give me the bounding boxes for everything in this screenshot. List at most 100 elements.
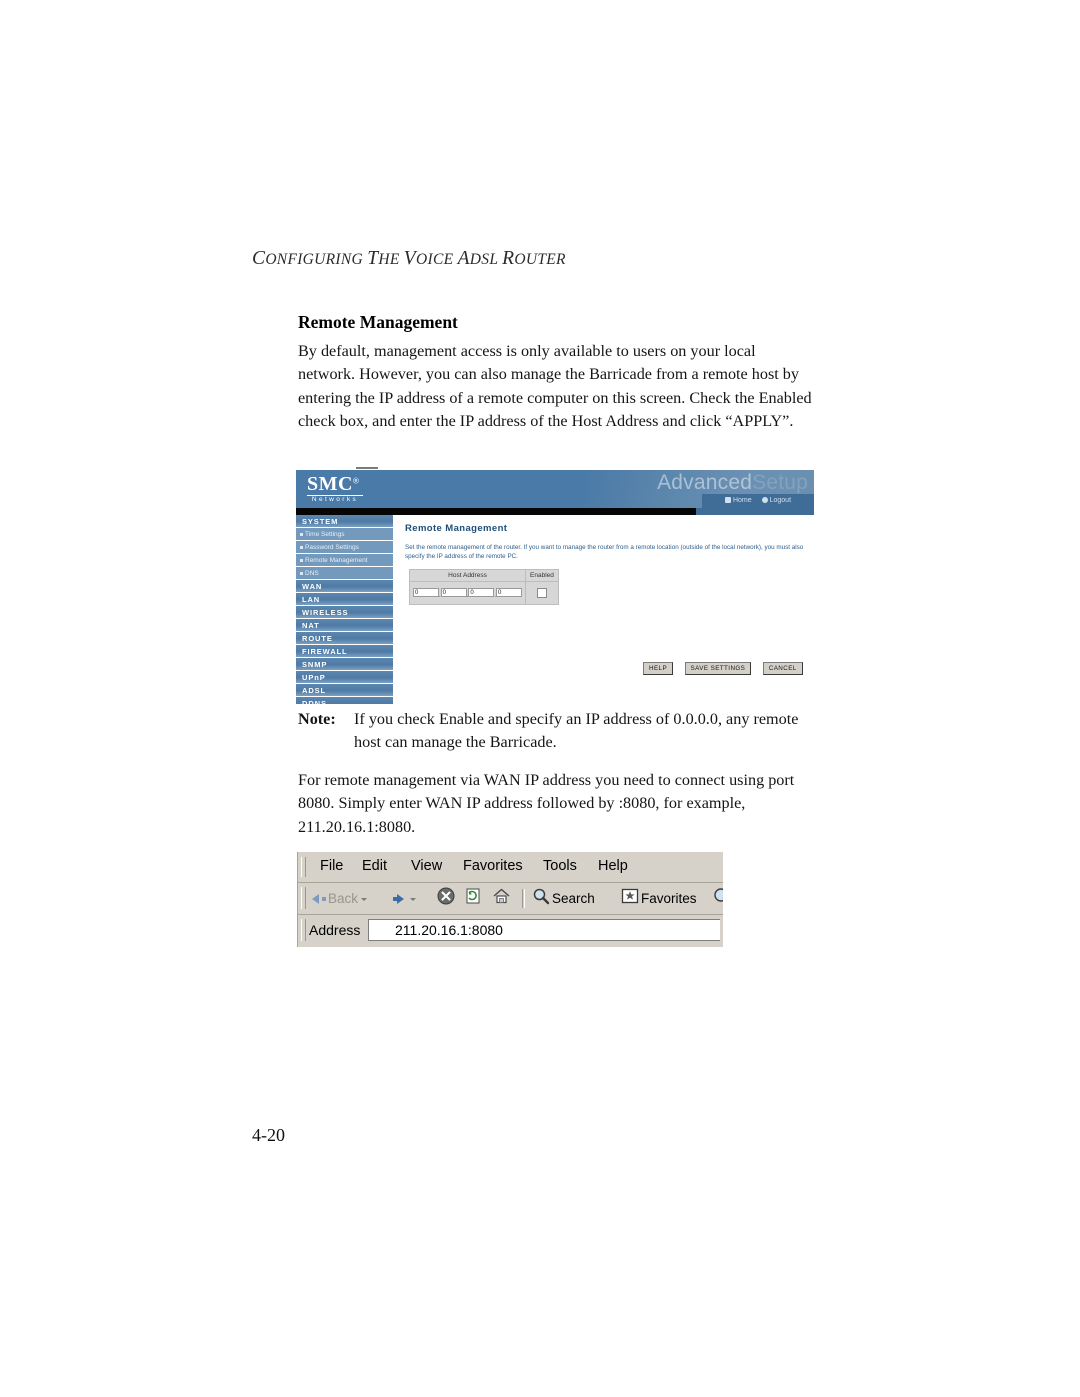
window-tick-mark xyxy=(356,467,378,469)
home-link-label: Home xyxy=(732,497,752,504)
advanced-setup-title-faded: Setup xyxy=(752,471,808,494)
menu-item-edit[interactable]: Edit xyxy=(362,858,387,874)
sidebar-item-system[interactable]: SYSTEM xyxy=(296,515,393,528)
router-content-pane: Remote Management Set the remote managem… xyxy=(393,515,814,704)
favorites-button-label: Favorites xyxy=(641,891,697,906)
forward-arrow-icon xyxy=(397,894,404,905)
menu-item-file[interactable]: File xyxy=(320,858,343,874)
logout-link-label: Logout xyxy=(769,497,792,504)
content-title: Remote Management xyxy=(405,523,508,534)
back-arrow-icon xyxy=(312,894,319,905)
back-arrow-tail-icon xyxy=(322,897,326,902)
bullet-icon xyxy=(300,546,303,549)
bullet-icon xyxy=(300,533,303,536)
favorites-button[interactable]: Favorites xyxy=(621,887,697,910)
cancel-button[interactable]: CANCEL xyxy=(762,662,803,675)
table-header-row: Host Address Enabled xyxy=(408,569,559,582)
sidebar-item-wireless[interactable]: WIRELESS xyxy=(296,606,393,619)
router-admin-screenshot: SMC® Networks AdvancedSetup Home Logout … xyxy=(296,467,814,704)
home-icon xyxy=(492,887,511,912)
smc-logo-word: SMC xyxy=(307,473,353,495)
running-head: CONFIGURING THE VOICE ADSL ROUTER xyxy=(252,248,566,270)
search-icon xyxy=(532,887,550,912)
logout-icon xyxy=(761,497,768,503)
address-input[interactable]: 211.20.16.1:8080 xyxy=(368,919,720,941)
menu-bar-grip[interactable] xyxy=(301,857,306,877)
note-text: If you check Enable and specify an IP ad… xyxy=(354,710,799,752)
sidebar-item-upnp[interactable]: UPnP xyxy=(296,671,393,684)
back-button-label: Back xyxy=(328,891,359,906)
note-block: Note: If you check Enable and specify an… xyxy=(298,708,818,755)
menu-item-view[interactable]: View xyxy=(411,858,442,874)
sidebar-item-dns[interactable]: DNS xyxy=(296,567,393,580)
refresh-button[interactable] xyxy=(464,887,484,910)
sidebar-item-wan[interactable]: WAN xyxy=(296,580,393,593)
forward-button[interactable] xyxy=(393,887,416,910)
form-action-buttons: HELP SAVE SETTINGS CANCEL xyxy=(643,657,810,675)
logout-link[interactable]: Logout xyxy=(758,494,795,508)
host-octet-1-input[interactable]: 0 xyxy=(413,588,439,598)
column-header-enabled: Enabled xyxy=(525,569,559,582)
stop-button[interactable] xyxy=(437,887,457,910)
home-button[interactable] xyxy=(492,887,513,910)
wan-management-paragraph: For remote management via WAN IP address… xyxy=(298,771,795,836)
sidebar-item-lan[interactable]: LAN xyxy=(296,593,393,606)
enabled-cell xyxy=(525,581,559,605)
intro-paragraph: By default, management access is only av… xyxy=(298,342,812,431)
sidebar-item-remote-management[interactable]: Remote Management xyxy=(296,554,393,567)
sidebar-item-firewall[interactable]: FIREWALL xyxy=(296,645,393,658)
sidebar-item-label: DNS xyxy=(305,570,319,577)
help-button[interactable]: HELP xyxy=(643,662,674,675)
favorites-icon xyxy=(621,888,639,911)
sidebar-item-label: Remote Management xyxy=(305,557,368,564)
toolbar-grip[interactable] xyxy=(301,887,306,909)
enabled-checkbox[interactable] xyxy=(536,587,547,598)
home-link[interactable]: Home xyxy=(721,494,756,508)
advanced-setup-title: AdvancedSetup xyxy=(657,471,808,495)
note-label: Note: xyxy=(298,710,336,728)
registered-mark-icon: ® xyxy=(352,476,359,486)
host-address-cell: 0.0.0.0 xyxy=(408,581,527,605)
sidebar-item-label: Time Settings xyxy=(305,531,345,538)
sidebar-item-snmp[interactable]: SNMP xyxy=(296,658,393,671)
stop-icon xyxy=(437,887,455,912)
address-input-value: 211.20.16.1:8080 xyxy=(395,922,503,938)
host-octet-2-input[interactable]: 0 xyxy=(440,588,467,598)
forward-dropdown-chevron-icon[interactable] xyxy=(410,897,416,901)
search-button[interactable]: Search xyxy=(532,887,595,910)
host-octet-4-input[interactable]: 0 xyxy=(496,588,523,598)
smc-logo-subtitle: Networks xyxy=(307,495,363,504)
bullet-icon xyxy=(300,572,303,575)
header-black-divider xyxy=(296,508,696,515)
sidebar-item-password-settings[interactable]: Password Settings xyxy=(296,541,393,554)
save-settings-button[interactable]: SAVE SETTINGS xyxy=(684,662,752,675)
browser-window-screenshot: File Edit View Favorites Tools Help Back xyxy=(297,852,723,947)
sidebar-item-route[interactable]: ROUTE xyxy=(296,632,393,645)
page-title: Remote Management xyxy=(298,312,458,332)
sidebar-item-time-settings[interactable]: Time Settings xyxy=(296,528,393,541)
sidebar-item-adsl[interactable]: ADSL xyxy=(296,684,393,697)
column-header-host-address: Host Address xyxy=(408,569,527,582)
address-bar-label: Address xyxy=(309,922,361,938)
menu-item-tools[interactable]: Tools xyxy=(543,858,577,874)
browser-toolbar: Back Search Favorites xyxy=(298,883,723,915)
search-button-label: Search xyxy=(552,891,595,907)
back-button[interactable]: Back xyxy=(312,887,368,910)
advanced-setup-title-bright: Advanced xyxy=(657,471,753,494)
menu-item-help[interactable]: Help xyxy=(598,858,628,874)
back-dropdown-chevron-icon[interactable] xyxy=(361,897,368,901)
home-icon xyxy=(724,497,731,503)
router-header-bar: SMC® Networks AdvancedSetup Home Logout xyxy=(296,470,814,508)
remote-management-table: Host Address Enabled 0.0.0.0 xyxy=(408,569,559,605)
sidebar-item-label: Password Settings xyxy=(305,544,359,551)
media-button[interactable] xyxy=(713,887,723,910)
menu-item-favorites[interactable]: Favorites xyxy=(463,858,523,874)
refresh-icon xyxy=(464,887,482,912)
sidebar-item-ddns[interactable]: DDNS xyxy=(296,697,393,704)
host-octet-3-input[interactable]: 0 xyxy=(468,588,495,598)
address-bar-grip[interactable] xyxy=(301,919,306,941)
header-blue-divider xyxy=(696,508,814,515)
smc-logo: SMC® Networks xyxy=(307,474,363,504)
running-head-text: CONFIGURING THE VOICE ADSL ROUTER xyxy=(252,248,566,269)
sidebar-item-nat[interactable]: NAT xyxy=(296,619,393,632)
